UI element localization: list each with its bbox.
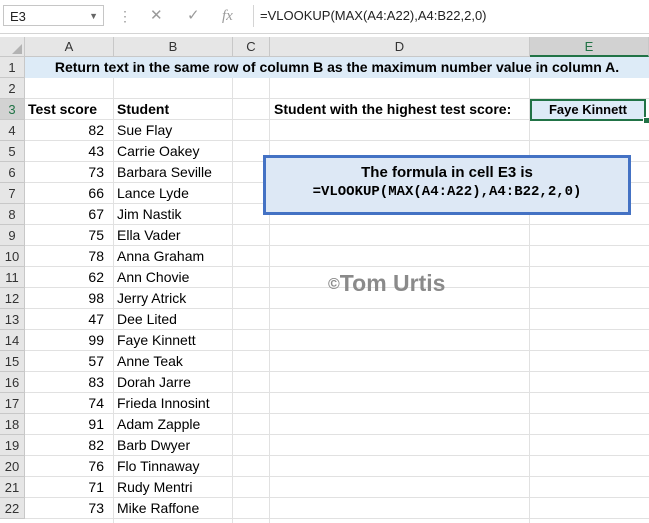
score-cell[interactable]: 62 bbox=[25, 267, 114, 288]
row-header-22[interactable]: 22 bbox=[0, 498, 25, 519]
score-cell[interactable]: 73 bbox=[25, 498, 114, 519]
insert-function-icon[interactable]: fx bbox=[222, 5, 233, 27]
chevron-down-icon[interactable]: ▼ bbox=[89, 6, 98, 27]
row-header-20[interactable]: 20 bbox=[0, 456, 25, 477]
score-cell[interactable]: 73 bbox=[25, 162, 114, 183]
row-header-18[interactable]: 18 bbox=[0, 414, 25, 435]
student-cell[interactable]: Mike Raffone bbox=[117, 498, 199, 519]
header-test-score[interactable]: Test score bbox=[28, 99, 97, 120]
row-header-19[interactable]: 19 bbox=[0, 435, 25, 456]
row-header-10[interactable]: 10 bbox=[0, 246, 25, 267]
copyright-watermark: ©Tom Urtis bbox=[328, 270, 445, 297]
student-cell[interactable]: Carrie Oakey bbox=[117, 141, 199, 162]
column-header-a[interactable]: A bbox=[25, 37, 114, 57]
row-header-16[interactable]: 16 bbox=[0, 372, 25, 393]
score-cell[interactable]: 57 bbox=[25, 351, 114, 372]
cancel-icon[interactable]: ✕ bbox=[150, 5, 163, 27]
row-header-2[interactable]: 2 bbox=[0, 78, 25, 99]
row-header-21[interactable]: 21 bbox=[0, 477, 25, 498]
name-box-value: E3 bbox=[10, 9, 26, 24]
callout-line2: =VLOOKUP(MAX(A4:A22),A4:B22,2,0) bbox=[312, 184, 582, 200]
student-cell[interactable]: Jim Nastik bbox=[117, 204, 182, 225]
formula-callout: The formula in cell E3 is =VLOOKUP(MAX(A… bbox=[263, 155, 631, 215]
copyright-symbol: © bbox=[328, 276, 340, 293]
student-cell[interactable]: Adam Zapple bbox=[117, 414, 200, 435]
score-cell[interactable]: 47 bbox=[25, 309, 114, 330]
student-cell[interactable]: Anna Graham bbox=[117, 246, 204, 267]
score-cell[interactable]: 78 bbox=[25, 246, 114, 267]
row-header-9[interactable]: 9 bbox=[0, 225, 25, 246]
watermark-text: Tom Urtis bbox=[339, 270, 446, 296]
score-cell[interactable]: 82 bbox=[25, 120, 114, 141]
row-header-3[interactable]: 3 bbox=[0, 99, 25, 120]
column-header-c[interactable]: C bbox=[233, 37, 270, 57]
score-cell[interactable]: 99 bbox=[25, 330, 114, 351]
result-cell[interactable]: Faye Kinnett bbox=[530, 99, 646, 121]
row-header-17[interactable]: 17 bbox=[0, 393, 25, 414]
row-header-4[interactable]: 4 bbox=[0, 120, 25, 141]
row-header-7[interactable]: 7 bbox=[0, 183, 25, 204]
result-label[interactable]: Student with the highest test score: bbox=[274, 99, 511, 120]
student-cell[interactable]: Anne Teak bbox=[117, 351, 183, 372]
row-header-14[interactable]: 14 bbox=[0, 330, 25, 351]
formula-bar: E3 ▼ ⋮ ✕ ✓ fx =VLOOKUP(MAX(A4:A22),A4:B2… bbox=[0, 0, 649, 34]
row-header-13[interactable]: 13 bbox=[0, 309, 25, 330]
score-cell[interactable]: 75 bbox=[25, 225, 114, 246]
header-student[interactable]: Student bbox=[117, 99, 169, 120]
row-header-5[interactable]: 5 bbox=[0, 141, 25, 162]
confirm-icon[interactable]: ✓ bbox=[187, 5, 200, 27]
gridline-column bbox=[232, 57, 233, 523]
student-cell[interactable]: Barbara Seville bbox=[117, 162, 212, 183]
column-header-e[interactable]: E bbox=[530, 37, 649, 57]
score-cell[interactable]: 83 bbox=[25, 372, 114, 393]
score-cell[interactable]: 71 bbox=[25, 477, 114, 498]
student-cell[interactable]: Barb Dwyer bbox=[117, 435, 190, 456]
student-cell[interactable]: Faye Kinnett bbox=[117, 330, 196, 351]
student-cell[interactable]: Ann Chovie bbox=[117, 267, 189, 288]
row-header-6[interactable]: 6 bbox=[0, 162, 25, 183]
column-header-d[interactable]: D bbox=[270, 37, 530, 57]
student-cell[interactable]: Sue Flay bbox=[117, 120, 172, 141]
student-cell[interactable]: Jerry Atrick bbox=[117, 288, 186, 309]
score-cell[interactable]: 74 bbox=[25, 393, 114, 414]
score-cell[interactable]: 66 bbox=[25, 183, 114, 204]
score-cell[interactable]: 67 bbox=[25, 204, 114, 225]
more-options-icon: ⋮ bbox=[118, 8, 132, 24]
row-header-11[interactable]: 11 bbox=[0, 267, 25, 288]
student-cell[interactable]: Lance Lyde bbox=[117, 183, 189, 204]
student-cell[interactable]: Rudy Mentri bbox=[117, 477, 192, 498]
student-cell[interactable]: Dee Lited bbox=[117, 309, 177, 330]
callout-line1: The formula in cell E3 is bbox=[361, 164, 533, 181]
gridline-column bbox=[269, 57, 270, 523]
student-cell[interactable]: Frieda Innosint bbox=[117, 393, 210, 414]
score-cell[interactable]: 43 bbox=[25, 141, 114, 162]
student-cell[interactable]: Ella Vader bbox=[117, 225, 181, 246]
row-header-8[interactable]: 8 bbox=[0, 204, 25, 225]
select-all-corner[interactable] bbox=[0, 37, 25, 57]
column-header-b[interactable]: B bbox=[114, 37, 233, 57]
formula-input[interactable]: =VLOOKUP(MAX(A4:A22),A4:B22,2,0) bbox=[253, 5, 645, 27]
row-header-12[interactable]: 12 bbox=[0, 288, 25, 309]
student-cell[interactable]: Flo Tinnaway bbox=[117, 456, 199, 477]
gridline-column bbox=[529, 57, 530, 523]
row-header-1[interactable]: 1 bbox=[0, 57, 25, 78]
score-cell[interactable]: 98 bbox=[25, 288, 114, 309]
score-cell[interactable]: 76 bbox=[25, 456, 114, 477]
score-cell[interactable]: 91 bbox=[25, 414, 114, 435]
fill-handle[interactable] bbox=[643, 117, 649, 124]
row-header-15[interactable]: 15 bbox=[0, 351, 25, 372]
name-box[interactable]: E3 ▼ bbox=[3, 5, 104, 26]
student-cell[interactable]: Dorah Jarre bbox=[117, 372, 191, 393]
title-cell[interactable]: Return text in the same row of column B … bbox=[25, 57, 649, 78]
score-cell[interactable]: 82 bbox=[25, 435, 114, 456]
spreadsheet-grid: ABCDE 1 2 3 4 5 6 7 8 9 10 11 12 13 14 15 16 17 18 19 20 21 2… bbox=[0, 37, 649, 523]
